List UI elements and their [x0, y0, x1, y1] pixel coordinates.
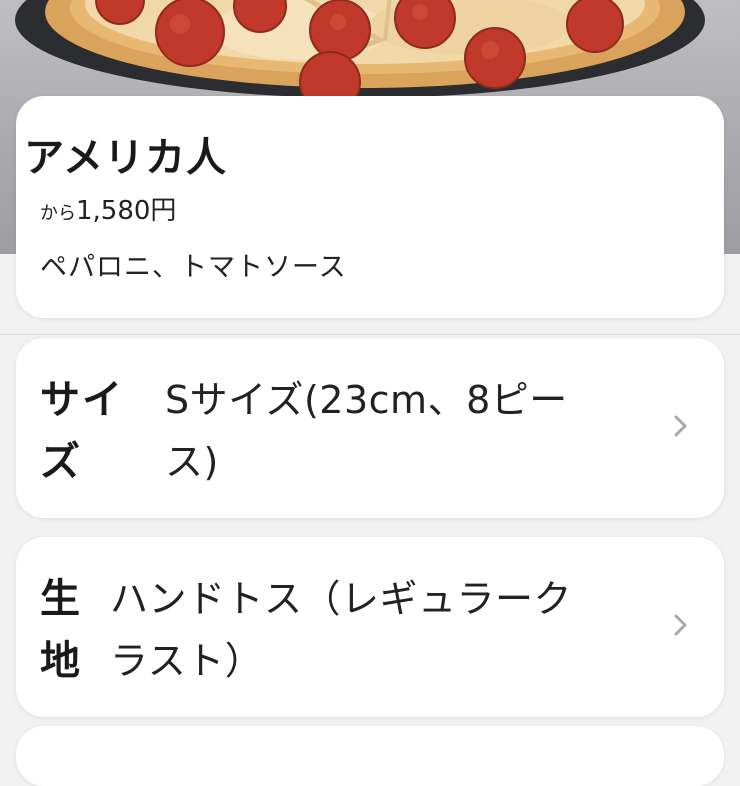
section-divider: [0, 334, 740, 335]
price-prefix: から: [40, 203, 76, 224]
product-description: ペパロニ、トマトソース: [40, 252, 347, 283]
size-value-line1: Sサイズ(23cm、8ピー: [165, 378, 568, 422]
crust-value-line2: ラスト）: [110, 639, 264, 683]
crust-value-line1: ハンドトス（レギュラーク: [110, 577, 573, 621]
chevron-right-icon[interactable]: [668, 414, 692, 438]
product-title: アメリカ人: [24, 135, 227, 181]
chevron-right-icon[interactable]: [668, 613, 692, 637]
size-label-line2: ズ: [40, 439, 82, 485]
price-value: 1,580円: [76, 196, 177, 226]
crust-label-line1: 生: [40, 576, 82, 622]
size-value-line2: ス): [165, 440, 219, 484]
size-label-line1: サイ: [40, 377, 124, 423]
next-option-card[interactable]: [16, 726, 724, 786]
product-price: から1,580円: [40, 196, 176, 229]
crust-label-line2: 地: [40, 638, 82, 684]
